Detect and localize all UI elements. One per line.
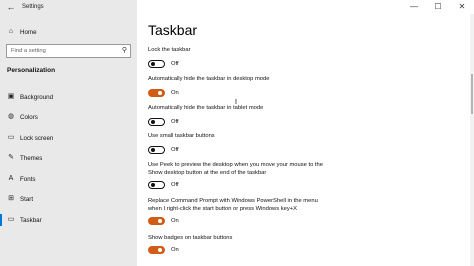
settings-window: ← Settings — ☐ ✕ ⌂ Home Find a setting ⚲… (0, 0, 474, 266)
setting-label: Use Peek to preview the desktop when you… (148, 162, 323, 176)
search-icon: ⚲ (121, 47, 127, 54)
setting-badges: Show badges on taskbar buttons On (148, 234, 233, 254)
setting-label: Automatically hide the taskbar in tablet… (148, 105, 264, 111)
home-icon: ⌂ (8, 28, 14, 35)
sidebar-item-taskbar[interactable]: ▭ Taskbar (0, 211, 137, 229)
search-placeholder: Find a setting (11, 48, 46, 54)
window-title: Settings (22, 4, 44, 10)
toggle-row: Off (148, 181, 179, 189)
font-icon: A (8, 175, 14, 182)
setting-powershell: Replace Command Prompt with Windows Powe… (148, 197, 318, 225)
sidebar-item-themes[interactable]: ✎ Themes (0, 149, 137, 167)
main-content: Taskbar Lock the taskbar Off Automatical… (137, 14, 474, 266)
page-title: Taskbar (148, 22, 198, 38)
toggle-state: On (171, 90, 179, 96)
sidebar-item-home[interactable]: ⌂ Home (0, 23, 137, 41)
start-icon: ⊞ (8, 195, 14, 202)
title-bar: ← Settings — ☐ ✕ (0, 0, 474, 14)
sidebar-item-label: Background (20, 93, 54, 101)
sidebar-item-label: Home (20, 28, 37, 36)
lock-taskbar-toggle[interactable] (148, 60, 165, 68)
sidebar-item-background[interactable]: ▣ Background (0, 88, 137, 106)
toggle-state: Off (171, 119, 179, 125)
setting-label: Automatically hide the taskbar in deskto… (148, 76, 270, 82)
toggle-state: Off (171, 61, 179, 67)
sidebar-item-fonts[interactable]: A Fonts (0, 170, 137, 188)
sidebar-item-colors[interactable]: ◍ Colors (0, 108, 137, 126)
toggle-row: Off (148, 146, 179, 154)
sidebar-item-label: Start (20, 195, 34, 203)
small-buttons-toggle[interactable] (148, 146, 165, 154)
close-icon[interactable]: ✕ (450, 0, 474, 14)
lock-screen-icon: ▭ (7, 134, 15, 141)
sidebar-item-label: Lock screen (20, 134, 54, 142)
section-title: Personalization (7, 67, 56, 74)
palette-icon: ◍ (7, 113, 15, 120)
setting-lock-taskbar: Lock the taskbar Off (148, 46, 191, 68)
toggle-row: On (148, 217, 179, 225)
scrollbar[interactable] (470, 14, 474, 266)
toggle-state: Off (171, 147, 179, 153)
sidebar-item-label: Colors (20, 113, 38, 121)
mouse-cursor-icon: I (235, 99, 237, 106)
maximize-icon[interactable]: ☐ (426, 0, 450, 14)
setting-autohide-tablet: Automatically hide the taskbar in tablet… (148, 104, 264, 126)
window-controls: — ☐ ✕ (402, 0, 474, 14)
autohide-desktop-toggle[interactable] (148, 89, 165, 97)
sidebar-item-label: Fonts (20, 175, 36, 183)
toggle-state: Off (171, 182, 179, 188)
setting-peek: Use Peek to preview the desktop when you… (148, 161, 323, 189)
sidebar-item-start[interactable]: ⊞ Start (0, 190, 137, 208)
toggle-row: Off (148, 60, 179, 68)
toggle-row: On (148, 89, 179, 97)
setting-label: Replace Command Prompt with Windows Powe… (148, 198, 318, 212)
scrollbar-thumb[interactable] (471, 74, 473, 114)
search-input[interactable]: Find a setting ⚲ (6, 44, 131, 58)
toggle-state: On (171, 247, 179, 253)
image-icon: ▣ (7, 93, 15, 100)
back-arrow-icon[interactable]: ← (4, 0, 18, 14)
toggle-row: Off (148, 118, 179, 126)
peek-toggle[interactable] (148, 181, 165, 189)
taskbar-icon: ▭ (7, 216, 15, 223)
toggle-state: On (171, 218, 179, 224)
setting-label: Show badges on taskbar buttons (148, 235, 233, 241)
sidebar-item-label: Taskbar (20, 216, 42, 224)
setting-autohide-desktop: Automatically hide the taskbar in deskto… (148, 75, 270, 97)
sidebar-item-lock-screen[interactable]: ▭ Lock screen (0, 129, 137, 147)
minimize-icon[interactable]: — (402, 0, 426, 14)
brush-icon: ✎ (8, 154, 14, 161)
setting-label: Use small taskbar buttons (148, 133, 215, 139)
setting-small-buttons: Use small taskbar buttons Off (148, 132, 215, 154)
autohide-tablet-toggle[interactable] (148, 118, 165, 126)
setting-label: Lock the taskbar (148, 47, 191, 53)
toggle-row: On (148, 246, 179, 254)
sidebar-item-label: Themes (20, 154, 43, 162)
powershell-toggle[interactable] (148, 217, 165, 225)
badges-toggle[interactable] (148, 246, 165, 254)
sidebar: ⌂ Home Find a setting ⚲ Personalization … (0, 14, 137, 266)
